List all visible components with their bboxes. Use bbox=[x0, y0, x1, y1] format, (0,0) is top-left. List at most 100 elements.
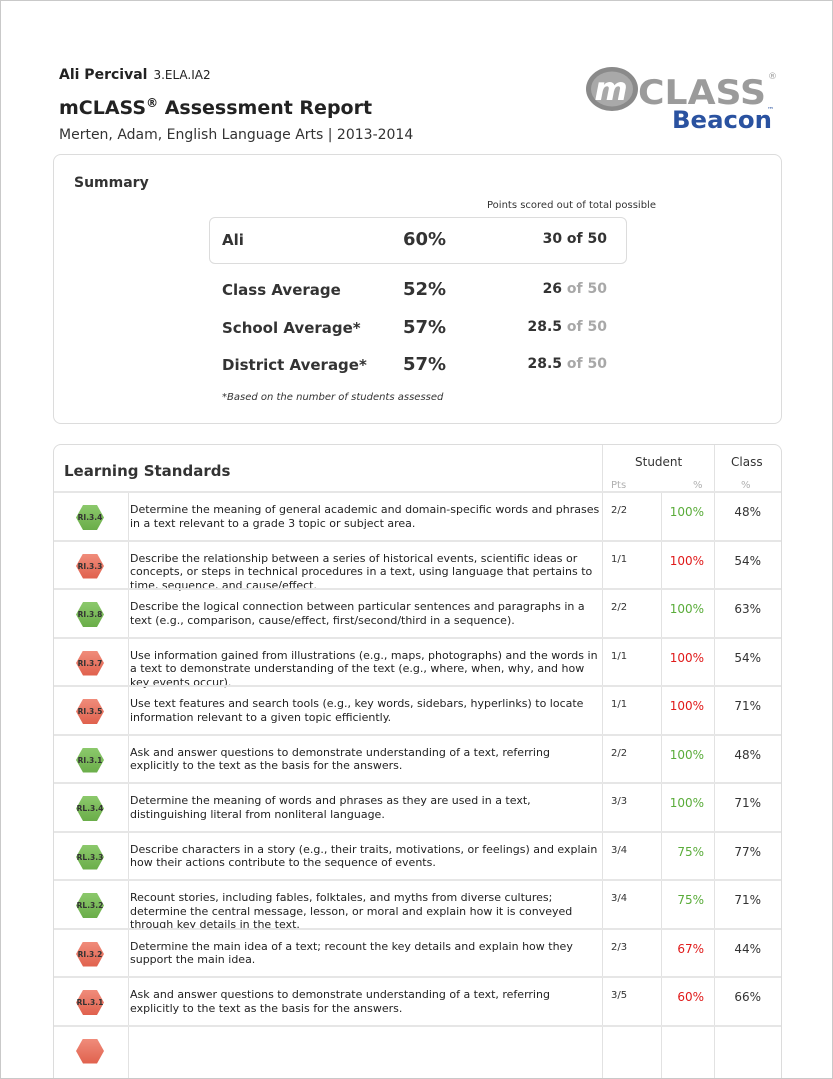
standard-status-badge: RI.3.2 bbox=[76, 941, 104, 967]
class-percent: 71% bbox=[734, 699, 761, 713]
student-name: Ali Percival bbox=[59, 67, 148, 83]
report-title-brand: mCLASS bbox=[59, 97, 147, 119]
student-points: 2/2 bbox=[611, 602, 628, 613]
summary-row-label: District Average* bbox=[222, 356, 367, 374]
assessment-code: 3.ELA.IA2 bbox=[153, 68, 211, 82]
standard-description: Describe the logical connection between … bbox=[130, 600, 585, 627]
standard-description: Determine the meaning of words and phras… bbox=[130, 794, 531, 821]
class-percent: 54% bbox=[734, 650, 761, 665]
standard-row: RI.3.2 Determine the main idea of a text;… bbox=[54, 927, 781, 976]
points-of-total: of 50 bbox=[562, 281, 607, 297]
standard-code: RL.3.1 bbox=[76, 998, 104, 1007]
class-percent: 44% bbox=[734, 941, 761, 956]
standard-row: RL.3.2 Recount stories, including fables,… bbox=[54, 879, 781, 931]
class-percent: 54% bbox=[734, 553, 761, 568]
points-of-total: of 50 bbox=[562, 319, 607, 335]
standard-row: RI.3.5 Use text features and search tools… bbox=[54, 685, 781, 733]
student-percent: 100% bbox=[669, 796, 704, 810]
points-value: 28.5 bbox=[527, 356, 563, 372]
standard-status-badge: RL.3.1 bbox=[76, 990, 104, 1015]
standard-description: Ask and answer questions to demonstrate … bbox=[130, 745, 550, 773]
standard-code: RL.3.3 bbox=[76, 852, 104, 862]
standard-row: RI.3.3 Describe the relationship between … bbox=[54, 539, 781, 592]
class-percent: 48% bbox=[734, 505, 761, 519]
student-percent: 100% bbox=[669, 650, 704, 665]
standard-description: Determine the meaning of general academi… bbox=[130, 503, 600, 530]
summary-row-label: Ali bbox=[222, 231, 244, 249]
standard-code: RI.3.2 bbox=[77, 949, 103, 959]
standard-row bbox=[54, 1024, 781, 1073]
standard-description: Recount stories, including fables, folkt… bbox=[130, 891, 573, 931]
standard-description: Determine the main idea of a text; recou… bbox=[130, 939, 573, 967]
student-percent: 100% bbox=[669, 747, 704, 762]
standard-description: Use information gained from illustration… bbox=[130, 648, 598, 689]
learning-standards-panel: Learning Standards Student Class Pts % %… bbox=[53, 444, 782, 1078]
class-pct-subheader: % bbox=[741, 480, 751, 491]
standard-status-badge: RI.3.8 bbox=[76, 602, 104, 627]
student-points: 3/4 bbox=[611, 893, 628, 904]
logo-beacon-text: Beacon bbox=[672, 106, 772, 133]
standard-status-badge bbox=[76, 1038, 104, 1064]
summary-row-points: 28.5 of 50 bbox=[528, 356, 608, 372]
class-percent: 77% bbox=[734, 844, 761, 859]
points-value: 28.5 bbox=[527, 319, 563, 335]
standard-code: RI.3.4 bbox=[77, 513, 103, 522]
summary-row-points: 30 of 50 bbox=[543, 231, 607, 247]
registered-mark: ® bbox=[146, 96, 159, 110]
standard-code: RL.3.2 bbox=[76, 901, 104, 910]
standard-row: RI.3.1 Ask and answer questions to demons… bbox=[54, 733, 781, 782]
standard-description: Ask and answer questions to demonstrate … bbox=[130, 988, 550, 1015]
points-value: 30 of 50 bbox=[542, 231, 607, 247]
summary-row-percent: 60% bbox=[403, 229, 447, 250]
standard-status-badge: RI.3.5 bbox=[76, 699, 104, 724]
logo-trademark: ™ bbox=[767, 106, 774, 114]
student-percent: 100% bbox=[669, 602, 704, 616]
standard-status-badge: RL.3.4 bbox=[76, 796, 104, 821]
mclass-beacon-logo: m CLASS ® Beacon ™ bbox=[586, 67, 777, 133]
standard-description: Describe the relationship between a seri… bbox=[130, 551, 593, 592]
student-percent: 100% bbox=[669, 553, 704, 568]
summary-row-district: District Average* 57% 28.5 of 50 bbox=[222, 353, 622, 379]
report-title-rest: Assessment Report bbox=[158, 97, 373, 119]
logo-m-letter: m bbox=[594, 70, 627, 108]
summary-footnote: *Based on the number of students assesse… bbox=[222, 392, 444, 403]
standard-row: RI.3.7 Use information gained from illust… bbox=[54, 636, 781, 689]
student-points: 2/3 bbox=[611, 941, 628, 953]
standard-description: Use text features and search tools (e.g.… bbox=[130, 697, 584, 724]
standard-row: RI.3.4 Determine the meaning of general a… bbox=[54, 491, 781, 539]
standard-status-badge: RL.3.2 bbox=[76, 893, 104, 918]
student-percent: 75% bbox=[677, 844, 704, 859]
class-percent: 71% bbox=[734, 796, 761, 810]
summary-row-points: 26 of 50 bbox=[543, 281, 607, 297]
standard-code: RI.3.7 bbox=[77, 658, 103, 668]
standard-row: RL.3.3 Describe characters in a story (e.… bbox=[54, 830, 781, 879]
student-points: 1/1 bbox=[611, 650, 628, 662]
student-pct-subheader: % bbox=[693, 480, 703, 491]
class-percent: 66% bbox=[734, 990, 761, 1004]
student-points: 3/3 bbox=[611, 796, 628, 807]
student-column-header: Student bbox=[635, 455, 683, 469]
summary-panel: Summary Points scored out of total possi… bbox=[53, 154, 782, 424]
student-points: 1/1 bbox=[611, 553, 628, 565]
standard-status-badge: RI.3.4 bbox=[76, 505, 104, 530]
student-points: 2/2 bbox=[611, 505, 628, 516]
points-of-total: of 50 bbox=[562, 356, 607, 372]
standards-title: Learning Standards bbox=[64, 462, 231, 480]
student-percent: 67% bbox=[677, 941, 704, 956]
standard-status-badge: RI.3.3 bbox=[76, 553, 104, 579]
class-percent: 71% bbox=[734, 893, 761, 907]
student-header: Ali Percival 3.ELA.IA2 bbox=[59, 67, 211, 83]
student-points: 3/4 bbox=[611, 844, 628, 856]
standard-row: RL.3.4 Determine the meaning of words and… bbox=[54, 782, 781, 830]
summary-row-label: School Average* bbox=[222, 319, 361, 337]
points-value: 26 bbox=[542, 281, 563, 297]
pts-subheader: Pts bbox=[611, 480, 627, 491]
student-percent: 60% bbox=[677, 990, 704, 1004]
summary-row-percent: 57% bbox=[403, 317, 447, 338]
class-percent: 63% bbox=[734, 602, 761, 616]
hexagon-icon bbox=[76, 1038, 104, 1064]
class-percent: 48% bbox=[734, 747, 761, 762]
summary-row-school: School Average* 57% 28.5 of 50 bbox=[222, 316, 622, 342]
standard-row: RL.3.1 Ask and answer questions to demons… bbox=[54, 976, 781, 1024]
standard-code: RI.3.3 bbox=[77, 561, 103, 571]
